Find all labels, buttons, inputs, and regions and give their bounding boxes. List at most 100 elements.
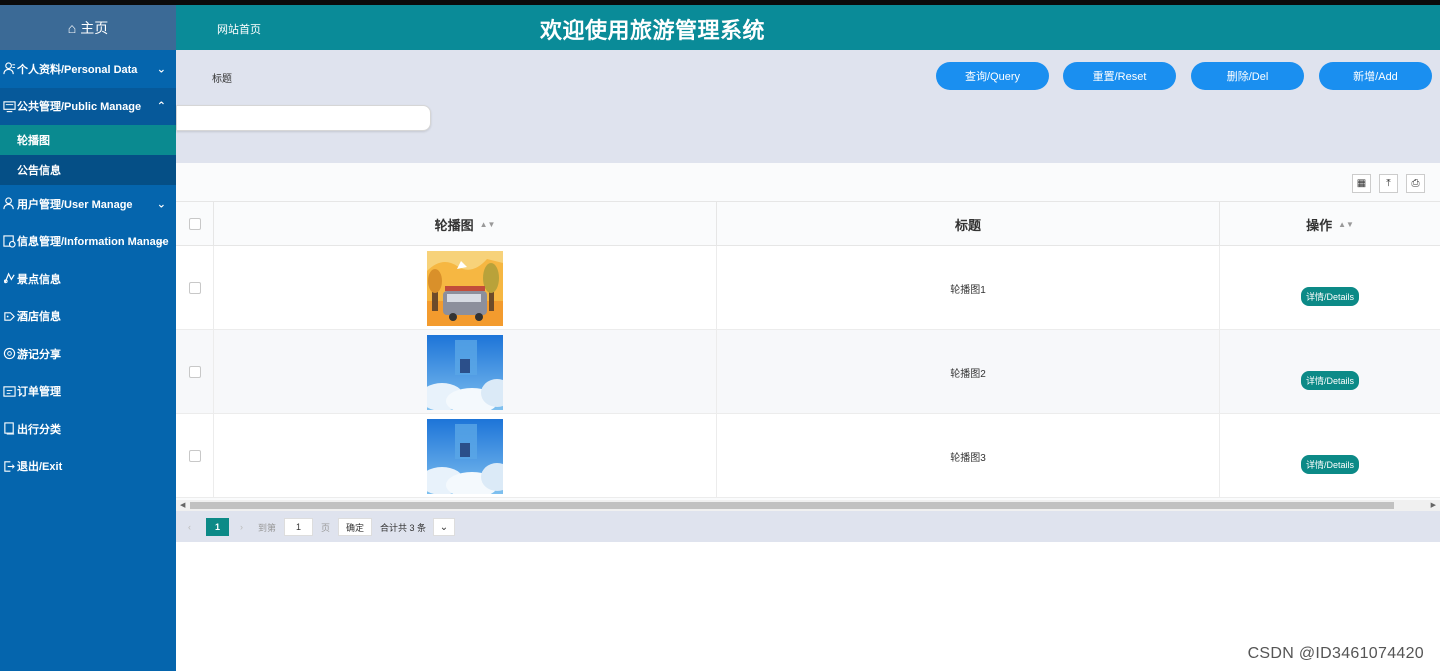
carousel-thumbnail-van bbox=[427, 250, 503, 326]
chevron-down-icon: ⌄ bbox=[439, 521, 449, 533]
chevron-up-icon: ⌃ bbox=[156, 100, 166, 113]
columns-toggle-button[interactable]: ▦ bbox=[1352, 174, 1371, 193]
copy-icon bbox=[2, 422, 16, 436]
sidebar-home-label: 主页 bbox=[80, 19, 109, 36]
row-checkbox[interactable] bbox=[188, 282, 201, 294]
sidebar-item-user-manage[interactable]: 用户管理/User Manage ⌄ bbox=[0, 185, 176, 223]
table-header: 轮播图 ▲▼ 标题 操作 ▲▼ bbox=[176, 201, 1440, 246]
chevron-down-icon: ⌄ bbox=[155, 235, 165, 248]
action-cell: 详情/Details bbox=[1220, 414, 1440, 498]
sidebar-submenu: 轮播图 公告信息 bbox=[0, 125, 176, 185]
sidebar-item-hotels[interactable]: 酒店信息 bbox=[0, 298, 176, 336]
table-row: 轮播图2 详情/Details bbox=[176, 330, 1440, 414]
goto-label: 到第 bbox=[258, 522, 277, 533]
share-icon bbox=[2, 347, 16, 361]
chevron-down-icon: ⌄ bbox=[156, 198, 166, 211]
current-page-button[interactable]: 1 bbox=[206, 518, 229, 536]
page-confirm-button[interactable]: 确定 bbox=[338, 518, 372, 536]
action-cell: 详情/Details bbox=[1220, 330, 1440, 414]
sidebar-item-exit[interactable]: 退出/Exit bbox=[0, 448, 176, 486]
exit-icon bbox=[2, 459, 16, 473]
select-all-cell bbox=[176, 202, 214, 246]
delete-button[interactable]: 删除/Del bbox=[1191, 62, 1304, 90]
site-home-link[interactable]: 网站首页 bbox=[217, 21, 261, 37]
sidebar-subitem-notice[interactable]: 公告信息 bbox=[0, 155, 176, 185]
query-button[interactable]: 查询/Query bbox=[936, 62, 1049, 90]
grid-icon: ▦ bbox=[1356, 178, 1367, 189]
order-icon bbox=[2, 384, 16, 398]
page-size-select[interactable]: ⌄ bbox=[433, 518, 455, 536]
sidebar-item-label: 退出/Exit bbox=[17, 461, 63, 474]
carousel-thumbnail-sky bbox=[427, 334, 503, 410]
top-header: 网站首页 欢迎使用旅游管理系统 bbox=[176, 5, 1440, 50]
details-button[interactable]: 详情/Details bbox=[1300, 454, 1359, 474]
map-icon bbox=[2, 272, 16, 286]
sidebar-item-orders[interactable]: 订单管理 bbox=[0, 373, 176, 411]
next-page-icon[interactable]: › bbox=[240, 518, 243, 536]
export-icon: ⤒ bbox=[1386, 178, 1391, 189]
details-button[interactable]: 详情/Details bbox=[1300, 286, 1359, 306]
row-select-cell bbox=[176, 246, 214, 330]
row-checkbox[interactable] bbox=[188, 450, 201, 462]
user-icon bbox=[2, 197, 16, 211]
details-button[interactable]: 详情/Details bbox=[1300, 370, 1359, 390]
sidebar-item-public-manage[interactable]: 公共管理/Public Manage ⌃ bbox=[0, 87, 176, 125]
reset-button[interactable]: 重置/Reset bbox=[1063, 62, 1176, 90]
column-header-title: 标题 bbox=[717, 202, 1220, 246]
row-select-cell bbox=[176, 330, 214, 414]
export-button[interactable]: ⤒ bbox=[1379, 174, 1398, 193]
page-jump-input[interactable] bbox=[284, 518, 313, 536]
sidebar-subitem-carousel[interactable]: 轮播图 bbox=[0, 125, 176, 155]
sidebar-item-travel-categories[interactable]: 出行分类 bbox=[0, 410, 176, 448]
prev-page-icon[interactable]: ‹ bbox=[188, 518, 191, 536]
column-header-image[interactable]: 轮播图 ▲▼ bbox=[214, 202, 717, 246]
column-header-label: 轮播图 bbox=[434, 217, 474, 233]
image-cell bbox=[214, 414, 717, 498]
sidebar-item-label: 公共管理/Public Manage bbox=[17, 101, 142, 114]
sidebar-item-travel-notes[interactable]: 游记分享 bbox=[0, 335, 176, 373]
title-filter-label: 标题 bbox=[212, 74, 232, 85]
settings-icon bbox=[2, 234, 16, 248]
column-header-label: 操作 bbox=[1306, 217, 1333, 233]
horizontal-scrollbar[interactable]: ◀ ▶ bbox=[176, 500, 1440, 511]
sidebar-home[interactable]: ⌂ 主页 bbox=[0, 5, 176, 50]
action-cell: 详情/Details bbox=[1220, 246, 1440, 330]
title-cell: 轮播图1 bbox=[717, 246, 1220, 330]
title-search-input[interactable] bbox=[176, 105, 431, 131]
home-icon: ⌂ bbox=[67, 19, 77, 36]
select-all-checkbox[interactable] bbox=[188, 218, 201, 230]
image-cell bbox=[214, 246, 717, 330]
sidebar: ⌂ 主页 个人资料/Personal Data ⌄ 公共管理/Public Ma… bbox=[0, 5, 176, 671]
sort-icon[interactable]: ▲▼ bbox=[1338, 220, 1354, 229]
title-cell: 轮播图2 bbox=[717, 330, 1220, 414]
scrollbar-thumb[interactable] bbox=[190, 502, 1394, 509]
scroll-right-icon[interactable]: ▶ bbox=[1431, 500, 1436, 511]
total-count: 合计共 3 条 bbox=[380, 522, 427, 533]
carousel-thumbnail-sky bbox=[427, 418, 503, 494]
monitor-icon bbox=[2, 99, 16, 113]
column-header-label: 标题 bbox=[954, 217, 981, 233]
sidebar-item-label: 用户管理/User Manage bbox=[17, 198, 133, 211]
chevron-down-icon: ⌄ bbox=[156, 63, 166, 76]
sort-icon[interactable]: ▲▼ bbox=[480, 220, 496, 229]
sidebar-item-label: 信息管理/Information Manage bbox=[17, 236, 169, 249]
add-button[interactable]: 新增/Add bbox=[1319, 62, 1432, 90]
page-unit-label: 页 bbox=[321, 522, 331, 533]
sidebar-item-label: 游记分享 bbox=[17, 348, 61, 361]
search-panel: 标题 查询/Query 重置/Reset 删除/Del 新增/Add bbox=[176, 50, 1440, 163]
sidebar-item-label: 景点信息 bbox=[17, 273, 61, 286]
sidebar-item-label: 出行分类 bbox=[17, 423, 61, 436]
row-select-cell bbox=[176, 414, 214, 498]
table-row: 轮播图3 详情/Details bbox=[176, 414, 1440, 498]
hotel-icon bbox=[2, 309, 16, 323]
scroll-left-icon[interactable]: ◀ bbox=[180, 500, 185, 511]
sidebar-item-personal-data[interactable]: 个人资料/Personal Data ⌄ bbox=[0, 50, 176, 88]
sidebar-item-label: 酒店信息 bbox=[17, 311, 61, 324]
sidebar-item-label: 订单管理 bbox=[17, 386, 61, 399]
row-checkbox[interactable] bbox=[188, 366, 201, 378]
table-row: 轮播图1 详情/Details bbox=[176, 246, 1440, 330]
sidebar-item-information-manage[interactable]: 信息管理/Information Manage ⌄ bbox=[0, 223, 176, 261]
column-header-action[interactable]: 操作 ▲▼ bbox=[1220, 202, 1440, 246]
print-button[interactable]: ⎙ bbox=[1406, 174, 1425, 193]
sidebar-item-attractions[interactable]: 景点信息 bbox=[0, 260, 176, 298]
